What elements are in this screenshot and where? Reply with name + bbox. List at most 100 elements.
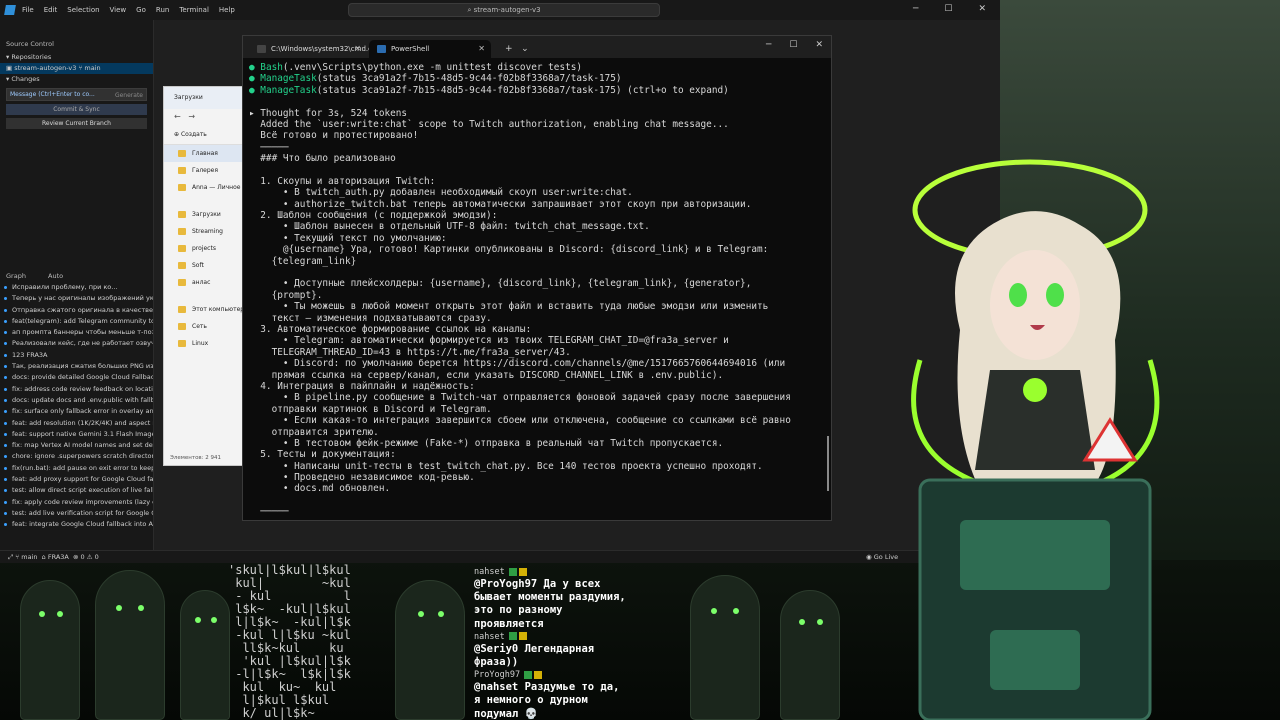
graph-label: Graph bbox=[6, 272, 26, 280]
bits-badge-icon bbox=[518, 567, 527, 576]
tab-close-icon[interactable]: ✕ bbox=[354, 40, 361, 58]
status-dot-icon: ● bbox=[249, 73, 261, 85]
explorer-nav-item[interactable]: projects bbox=[164, 240, 244, 257]
terminal-line: @{username} Ура, готово! Картинки опубли… bbox=[249, 244, 825, 255]
terminal-text: • Если какая-то интеграция завершится сб… bbox=[249, 415, 791, 427]
explorer-nav-item[interactable]: Галерея bbox=[164, 162, 244, 179]
terminal-window-controls: ─ ☐ ✕ bbox=[766, 40, 823, 50]
commit-row[interactable]: test: allow direct script execution of l… bbox=[0, 485, 153, 496]
commit-row[interactable]: fix(run.bat): add pause on exit error to… bbox=[0, 463, 153, 474]
tool-name: ManageTask bbox=[260, 84, 317, 96]
menu-terminal[interactable]: Terminal bbox=[179, 6, 209, 14]
commit-row[interactable]: Так, реализация сжатия больших PNG изо..… bbox=[0, 361, 153, 372]
terminal-line: 3. Автоматическое формирование ссылок на… bbox=[249, 324, 825, 335]
commit-row[interactable]: fix: surface only fallback error in over… bbox=[0, 406, 153, 417]
terminal-text: • Написаны unit-тесты в test_twitch_chat… bbox=[249, 460, 763, 472]
commit-row[interactable]: fix: address code review feedback on loc… bbox=[0, 384, 153, 395]
explorer-nav-item[interactable]: Этот компьютер bbox=[164, 301, 244, 318]
repositories-header[interactable]: ▾ Repositories bbox=[0, 52, 153, 63]
commit-sync-button[interactable]: Commit & Sync bbox=[6, 104, 147, 115]
commit-row[interactable]: 123 FRA3A bbox=[0, 350, 153, 361]
explorer-nav-item[interactable]: Сеть bbox=[164, 318, 244, 335]
robot-figure bbox=[95, 570, 165, 720]
menu-selection[interactable]: Selection bbox=[67, 6, 99, 14]
subscriber-badge-icon bbox=[524, 670, 533, 679]
commit-row[interactable]: Теперь у нас оригиналы изображений ук... bbox=[0, 293, 153, 304]
terminal-scrollbar[interactable] bbox=[827, 436, 829, 491]
commit-row[interactable]: fix: apply code review improvements (laz… bbox=[0, 497, 153, 508]
source-control-sidebar: Source Control ▾ Repositories ▣ stream-a… bbox=[0, 20, 154, 550]
chat-message-line: подумал 💀 bbox=[474, 707, 538, 720]
minimize-icon[interactable]: ─ bbox=[766, 40, 771, 50]
terminal-line: • В pipeline.py сообщение в Twitch-чат о… bbox=[249, 392, 825, 403]
review-branch-button[interactable]: Review Current Branch bbox=[6, 118, 147, 129]
back-arrow-icon[interactable]: ← bbox=[174, 112, 181, 121]
commit-row[interactable]: Реализовали кейс, где не работает озвучк… bbox=[0, 338, 153, 349]
new-tab-icon[interactable]: + ⌄ bbox=[505, 40, 529, 58]
commit-row[interactable]: ап промпта баннеры чтобы меньше т-позы..… bbox=[0, 327, 153, 338]
ide-titlebar: File Edit Selection View Go Run Terminal… bbox=[0, 0, 1000, 20]
graph-header[interactable]: Graph Auto bbox=[0, 271, 153, 282]
terminal-output[interactable]: ● Bash(.venv\Scripts\python.exe -m unitt… bbox=[249, 62, 825, 520]
terminal-text: • В twitch_auth.py добавлен необходимый … bbox=[249, 187, 633, 199]
explorer-title: Загрузки bbox=[164, 87, 244, 109]
menu-go[interactable]: Go bbox=[136, 6, 146, 14]
menu-edit[interactable]: Edit bbox=[44, 6, 58, 14]
command-center-search[interactable]: ⌕ stream-autogen-v3 bbox=[348, 3, 660, 17]
commit-row[interactable]: feat: add resolution (1K/2K/4K) and aspe… bbox=[0, 418, 153, 429]
maximize-icon[interactable]: ☐ bbox=[944, 4, 952, 14]
menu-file[interactable]: File bbox=[22, 6, 34, 14]
commit-row[interactable]: docs: update docs and .env.public with f… bbox=[0, 395, 153, 406]
explorer-nav-item[interactable]: Anna — Личное bbox=[164, 179, 244, 196]
graph-auto-label[interactable]: Auto bbox=[48, 272, 63, 280]
terminal-line: ● ManageTask(status 3ca91a2f-7b15-48d5-9… bbox=[249, 85, 825, 96]
commit-row[interactable]: Отправка сжатого оригинала в качестве ..… bbox=[0, 305, 153, 316]
explorer-nav-label: Anna — Личное bbox=[192, 184, 241, 191]
status-tag[interactable]: FRA3A bbox=[48, 553, 69, 561]
close-icon[interactable]: ✕ bbox=[815, 40, 823, 50]
commit-row[interactable]: Исправили проблему, при ко... bbox=[0, 282, 153, 293]
terminal-text: Added the `user:write:chat` scope to Twi… bbox=[249, 118, 729, 130]
commit-row[interactable]: feat: add proxy support for Google Cloud… bbox=[0, 474, 153, 485]
menu-view[interactable]: View bbox=[110, 6, 127, 14]
explorer-nav-item[interactable]: Linux bbox=[164, 335, 244, 352]
commit-row[interactable]: test: add live verification script for G… bbox=[0, 508, 153, 519]
explorer-create-button[interactable]: ⊕ Создать bbox=[164, 125, 244, 145]
explorer-nav-item[interactable]: Главная bbox=[164, 145, 244, 162]
explorer-nav-item[interactable]: анлас bbox=[164, 274, 244, 291]
commit-row[interactable]: fix: map Vertex AI model names and set d… bbox=[0, 440, 153, 451]
terminal-text: • В pipeline.py сообщение в Twitch-чат о… bbox=[249, 392, 791, 404]
folder-icon bbox=[178, 279, 186, 286]
tab-cmd[interactable]: C:\Windows\system32\cmd.exe ✕ bbox=[249, 40, 381, 58]
menu-help[interactable]: Help bbox=[219, 6, 235, 14]
commit-graph-list: Исправили проблему, при ко... Теперь у на… bbox=[0, 282, 153, 531]
explorer-nav-item[interactable]: Streaming bbox=[164, 223, 244, 240]
maximize-icon[interactable]: ☐ bbox=[789, 40, 797, 50]
terminal-text: отправки картинок в Discord и Telegram. bbox=[249, 403, 492, 415]
close-icon[interactable]: ✕ bbox=[978, 4, 986, 14]
commit-row[interactable]: feat: integrate Google Cloud fallback in… bbox=[0, 519, 153, 530]
status-branch[interactable]: main bbox=[21, 553, 37, 561]
changes-header[interactable]: ▾ Changes bbox=[0, 74, 153, 85]
status-problems[interactable]: ⊗ 0 ⚠ 0 bbox=[73, 553, 99, 561]
generate-button[interactable]: Generate bbox=[115, 90, 143, 101]
chat-username-row: nahset bbox=[474, 631, 674, 643]
tab-close-icon[interactable]: ✕ bbox=[478, 40, 485, 58]
tab-powershell[interactable]: PowerShell ✕ bbox=[369, 40, 491, 58]
explorer-nav-item[interactable]: Загрузки bbox=[164, 206, 244, 223]
commit-row[interactable]: feat(telegram): add Telegram community t… bbox=[0, 316, 153, 327]
commit-row[interactable]: chore: ignore .superpowers scratch direc… bbox=[0, 451, 153, 462]
commit-row[interactable]: feat: support native Gemini 3.1 Flash Im… bbox=[0, 429, 153, 440]
minimize-icon[interactable]: ─ bbox=[913, 4, 918, 14]
forward-arrow-icon[interactable]: → bbox=[188, 112, 195, 121]
explorer-nav-item[interactable]: Soft bbox=[164, 257, 244, 274]
subscriber-badge-icon bbox=[508, 567, 517, 576]
chat-message-line: это по разному bbox=[474, 604, 563, 617]
menu-run[interactable]: Run bbox=[156, 6, 169, 14]
commit-row[interactable]: docs: provide detailed Google Cloud Fall… bbox=[0, 372, 153, 383]
repository-row[interactable]: ▣ stream-autogen-v3 ⑂ main bbox=[0, 63, 153, 74]
terminal-text: прямая ссылка на сервер/канал, если указ… bbox=[249, 369, 724, 381]
commit-message-input[interactable]: Message (Ctrl+Enter to co... Generate bbox=[6, 88, 147, 101]
